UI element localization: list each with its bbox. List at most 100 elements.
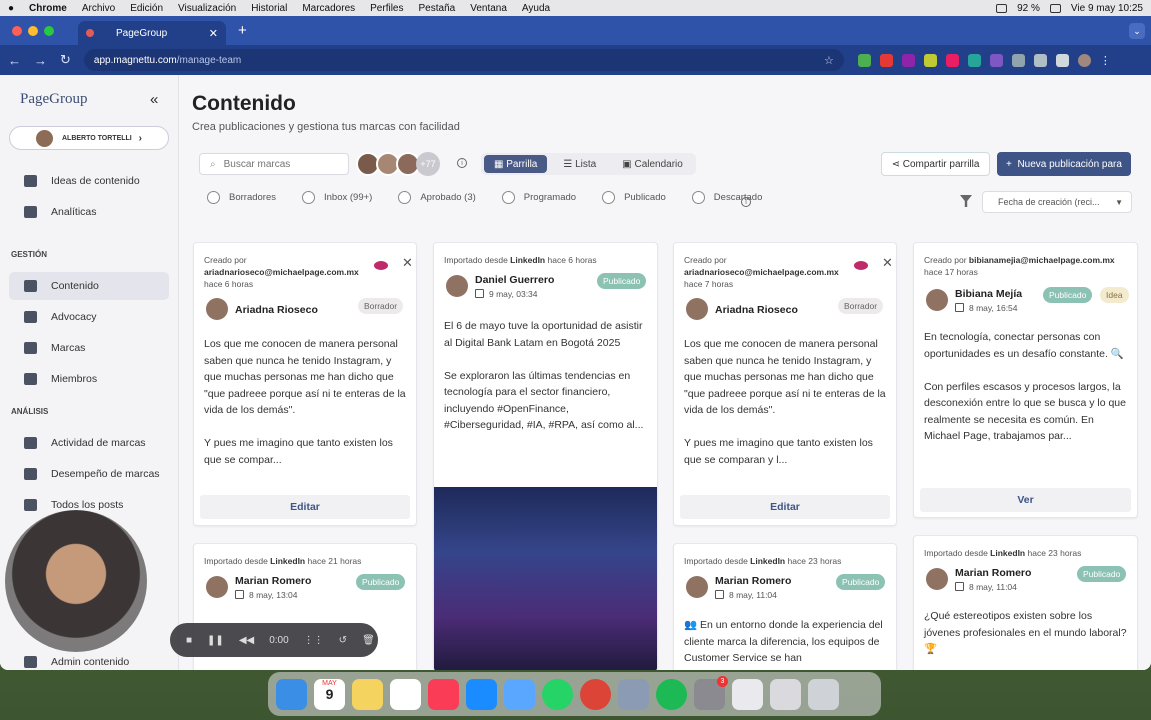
collapse-sidebar-icon[interactable]: « [150, 91, 158, 108]
document-thumbnail[interactable] [770, 678, 801, 710]
app-store-icon[interactable] [466, 678, 497, 710]
menu-perfiles[interactable]: Perfiles [370, 3, 403, 14]
post-card[interactable]: Creado por ariadnarioseco@michaelpage.com… [193, 242, 417, 526]
sidebar-item-actividad[interactable]: Actividad de marcas [9, 429, 169, 457]
extension-icon[interactable] [1011, 53, 1025, 67]
tab-search-icon[interactable]: ⌄ [1129, 23, 1145, 39]
filter-funnel-icon[interactable] [960, 195, 972, 207]
restart-icon[interactable]: ↺ [339, 635, 347, 646]
menu-ventana[interactable]: Ventana [470, 3, 507, 14]
finder-icon[interactable] [276, 678, 307, 710]
chrome-icon[interactable] [580, 678, 611, 710]
forward-icon[interactable]: → [34, 53, 47, 68]
rewind-icon[interactable]: ◀◀ [239, 635, 254, 646]
notes-icon[interactable] [352, 678, 383, 710]
menu-historial[interactable]: Historial [251, 3, 287, 14]
zoom-window-icon[interactable] [44, 25, 54, 36]
info-icon[interactable]: i [457, 158, 467, 168]
radio[interactable] [398, 191, 412, 204]
edit-button[interactable]: Editar [680, 495, 890, 519]
visibility-eye-icon[interactable] [854, 261, 868, 270]
visibility-eye-icon[interactable] [374, 261, 388, 270]
sidebar-item-marcas[interactable]: Marcas [9, 334, 169, 362]
grid-icon[interactable]: ⋮⋮ [304, 635, 324, 646]
extension-icon[interactable] [923, 53, 937, 67]
share-grid-button[interactable]: ⋖ Compartir parrilla [881, 152, 990, 176]
trash-icon[interactable]: 🗑 [362, 635, 375, 646]
sidebar-item-ideas[interactable]: Ideas de contenido [9, 167, 169, 195]
sidebar-item-contenido[interactable]: Contenido [9, 272, 169, 300]
trash-icon[interactable] [808, 678, 839, 710]
sidebar-item-analiticas[interactable]: Analíticas [9, 198, 169, 226]
search-box[interactable]: ⌕ [199, 153, 349, 175]
whatsapp-icon[interactable] [542, 678, 573, 710]
menu-archivo[interactable]: Archivo [82, 3, 115, 14]
url-field[interactable]: app.magnettu.com/manage-team ☆ [83, 49, 844, 71]
post-card[interactable]: Importado desde LinkedIn hace 23 horas M… [673, 543, 897, 670]
avatars-more-count[interactable]: +77 [416, 152, 440, 176]
radio[interactable] [691, 191, 705, 204]
wifi-icon[interactable] [996, 3, 1008, 13]
preview-icon[interactable] [618, 678, 649, 710]
menu-marcadores[interactable]: Marcadores [302, 3, 355, 14]
document-thumbnail[interactable] [732, 678, 763, 710]
new-tab-icon[interactable]: + [238, 22, 247, 39]
post-card[interactable]: Creado por ariadnarioseco@michaelpage.com… [673, 242, 897, 526]
menu-pestana[interactable]: Pestaña [419, 3, 456, 14]
filter-inbox[interactable]: Inbox (99+) [302, 191, 372, 204]
sidebar-item-desempeno[interactable]: Desempeño de marcas [9, 460, 169, 488]
profile-avatar[interactable] [1077, 53, 1091, 67]
back-icon[interactable]: ← [8, 53, 21, 68]
reload-icon[interactable]: ↻ [60, 52, 71, 68]
close-tab-icon[interactable]: ✕ [209, 27, 218, 40]
tab-lista[interactable]: ☰ Lista [553, 155, 606, 173]
post-card[interactable]: Creado por bibianamejia@michaelpage.com.… [913, 242, 1138, 518]
menu-edicion[interactable]: Edición [130, 3, 163, 14]
extension-icon[interactable] [857, 53, 871, 67]
radio[interactable] [602, 191, 616, 204]
calendar-app-icon[interactable]: MAY 9 [314, 678, 345, 710]
extension-icon[interactable] [989, 53, 1003, 67]
minimize-window-icon[interactable] [28, 25, 38, 36]
extension-icon[interactable] [879, 53, 893, 67]
stop-icon[interactable]: ■ [186, 635, 192, 646]
radio[interactable] [302, 191, 315, 204]
post-card[interactable]: Importado desde LinkedIn hace 23 horas M… [913, 535, 1138, 670]
menu-ayuda[interactable]: Ayuda [522, 3, 550, 14]
sort-select[interactable]: Fecha de creación (reci... ▼ [982, 191, 1132, 213]
view-button[interactable]: Ver [920, 488, 1131, 512]
sidebar-item-miembros[interactable]: Miembros [9, 365, 169, 393]
extension-icon[interactable] [901, 53, 915, 67]
freeform-icon[interactable] [390, 678, 421, 710]
clock[interactable]: Vie 9 may 10:25 [1071, 3, 1143, 14]
system-settings-icon[interactable]: 3 [694, 675, 728, 710]
filter-aprobado[interactable]: Aprobado (3) [398, 191, 476, 204]
close-icon[interactable]: ✕ [402, 255, 413, 271]
radio[interactable] [501, 191, 515, 204]
tab-parrilla[interactable]: ▦ Parrilla [484, 155, 548, 173]
brand-avatars[interactable]: +77 [356, 152, 440, 176]
spotify-icon[interactable] [656, 678, 687, 710]
apple-menu-icon[interactable]: ● [8, 3, 14, 14]
filter-descartado[interactable]: Descartado [691, 191, 762, 204]
info-icon[interactable]: i [741, 197, 751, 207]
filter-programado[interactable]: Programado [501, 191, 576, 204]
close-window-icon[interactable] [12, 25, 22, 36]
sidebar-item-admin[interactable]: Admin contenido [9, 648, 169, 670]
post-card[interactable]: Importado desde LinkedIn hace 6 horas Da… [433, 242, 658, 670]
menu-visualizacion[interactable]: Visualización [178, 3, 236, 14]
extensions-puzzle-icon[interactable] [1033, 53, 1047, 67]
edit-button[interactable]: Editar [200, 495, 410, 519]
user-menu[interactable]: ALBERTO TORTELLI › [9, 126, 169, 150]
extension-icon[interactable] [967, 53, 981, 67]
pause-icon[interactable]: ❚❚ [207, 635, 224, 646]
app-menu[interactable]: Chrome [29, 3, 67, 14]
tab-calendario[interactable]: ▣ Calendario [612, 155, 693, 173]
filter-borradores[interactable]: Borradores [207, 191, 276, 204]
chrome-menu-icon[interactable]: ⋮ [1100, 54, 1113, 67]
bookmark-star-icon[interactable]: ☆ [824, 54, 834, 67]
filter-publicado[interactable]: Publicado [602, 191, 666, 204]
search-input[interactable] [223, 158, 334, 170]
sidebar-item-advocacy[interactable]: Advocacy [9, 303, 169, 331]
extension-icon[interactable] [945, 53, 959, 67]
